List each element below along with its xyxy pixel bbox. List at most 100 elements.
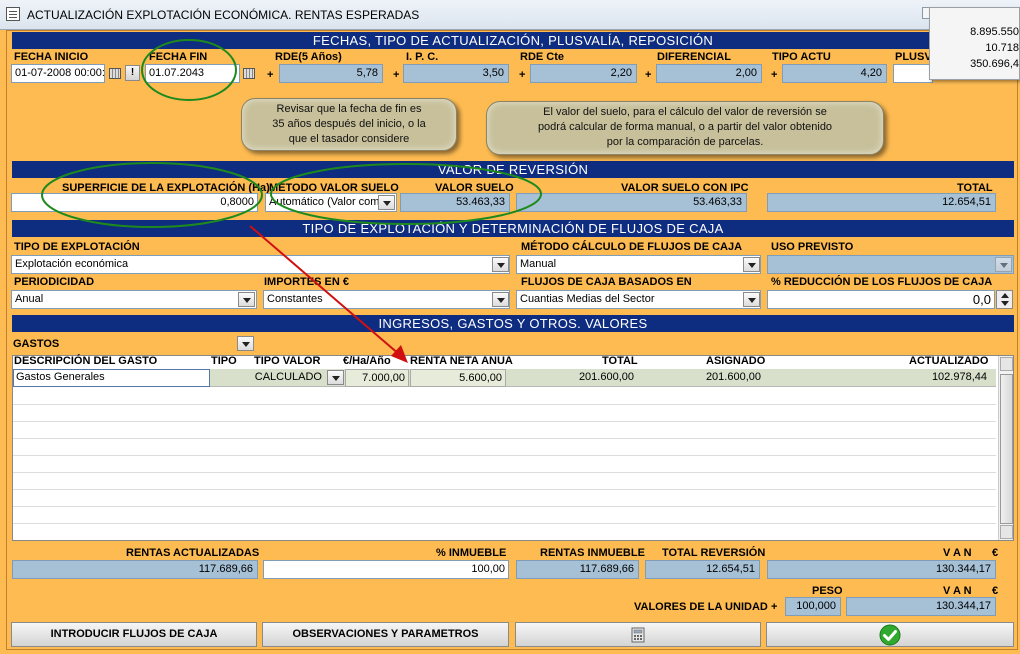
chevron-down-icon[interactable]	[378, 195, 395, 210]
pct-inmueble-field[interactable]: 100,00	[263, 560, 509, 579]
metodo-suelo-value: Automático (Valor com	[269, 196, 380, 208]
chevron-down-icon[interactable]	[238, 292, 255, 307]
tipo-explotacion-value: Explotación económica	[15, 258, 129, 270]
note-line: Revisar que la fecha de fin es	[276, 103, 422, 115]
chevron-down-icon	[995, 257, 1012, 272]
chevron-down-icon[interactable]	[492, 292, 509, 307]
window-title: ACTUALIZACIÓN EXPLOTACIÓN ECONÓMICA. REN…	[27, 8, 420, 22]
section-ingresos-header: INGRESOS, GASTOS Y OTROS. VALORES	[12, 315, 1014, 332]
chevron-down-icon[interactable]	[492, 257, 509, 272]
check-icon	[879, 624, 901, 646]
periodicidad-value: Anual	[15, 293, 44, 305]
valor-suelo-value: 53.463,33	[400, 193, 510, 212]
col-header: DESCRIPCIÓN DEL GASTO	[14, 355, 158, 367]
scroll-down-button[interactable]	[1000, 525, 1013, 539]
reduccion-spinner[interactable]	[996, 290, 1013, 309]
plusvalia-label: PLUSV	[895, 51, 932, 63]
row-descripcion[interactable]: Gastos Generales	[13, 369, 210, 387]
plusvalia-field[interactable]	[893, 64, 933, 83]
flujos-basados-select[interactable]: Cuantias Medias del Sector	[516, 290, 761, 309]
euro-label: €	[992, 585, 999, 597]
window-titlebar: ACTUALIZACIÓN EXPLOTACIÓN ECONÓMICA. REN…	[0, 0, 1020, 30]
popup-value: 350.696,4	[970, 58, 1019, 70]
valores-unidad-label: VALORES DE LA UNIDAD	[634, 601, 768, 613]
periodicidad-label: PERIODICIDAD	[14, 276, 95, 288]
superficie-field[interactable]: 0,8000	[11, 193, 258, 212]
periodicidad-select[interactable]: Anual	[11, 290, 257, 309]
col-header: TIPO VALOR	[254, 355, 321, 367]
tipo-explotacion-select[interactable]: Explotación económica	[11, 255, 510, 274]
fecha-fin-field[interactable]: 01.07.2043	[145, 64, 240, 83]
rentas-act-value: 117.689,66	[12, 560, 258, 579]
total-rev-label: TOTAL REVERSIÓN	[662, 547, 766, 559]
empty-row	[13, 455, 996, 456]
rentas-inm-label: RENTAS INMUEBLE	[540, 547, 645, 559]
van2-value: 130.344,17	[846, 597, 996, 616]
reduccion-field[interactable]: 0,0	[767, 290, 995, 309]
row-renta: 5.600,00	[410, 369, 506, 387]
importes-label: IMPORTES EN €	[264, 276, 349, 288]
diferencial-label: DIFERENCIAL	[657, 51, 731, 63]
rde5-label: RDE(5 Años)	[275, 51, 342, 63]
plus-sign: +	[645, 69, 652, 81]
metodo-flujos-label: MÉTODO CÁLCULO DE FLUJOS DE CAJA	[521, 241, 743, 253]
col-header: TOTAL	[602, 355, 638, 367]
note-line: podrá calcular de forma manual, o a part…	[537, 121, 833, 133]
uso-previsto-label: USO PREVISTO	[771, 241, 854, 253]
observaciones-button[interactable]: OBSERVACIONES Y PARAMETROS	[262, 622, 509, 647]
section-fechas-header: FECHAS, TIPO DE ACTUALIZACIÓN, PLUSVALÍA…	[12, 32, 1014, 49]
metodo-flujos-select[interactable]: Manual	[516, 255, 761, 274]
importes-value: Constantes	[267, 293, 323, 305]
chevron-down-icon[interactable]	[327, 370, 344, 385]
table-row[interactable]: Gastos Generales CALCULADO 7.000,00 5.60…	[13, 369, 996, 387]
col-header: RENTA NETA ANUA	[410, 355, 513, 367]
valor-suelo-ipc-value: 53.463,33	[516, 193, 747, 212]
rde5-value: 5,78	[279, 64, 383, 83]
popup-value: 10.718	[985, 42, 1019, 54]
note-valor-suelo: El valor del suelo, para el cálculo del …	[486, 101, 884, 155]
chevron-down-icon[interactable]	[743, 257, 760, 272]
values-popup: 8.895.550 10.718 350.696,4	[929, 7, 1020, 80]
row-asignado: 201.600,00	[705, 371, 761, 383]
info-button[interactable]: !	[125, 65, 140, 81]
accept-button[interactable]	[766, 622, 1014, 647]
scroll-up-button[interactable]	[1000, 357, 1013, 371]
chevron-down-icon[interactable]	[237, 336, 254, 351]
note-line: El valor del suelo, para el cálculo del …	[543, 106, 827, 118]
empty-row	[13, 489, 996, 490]
van2-label: V A N	[943, 585, 972, 597]
van-label: V A N	[943, 547, 972, 559]
col-header: ACTUALIZADO	[909, 355, 989, 367]
metodo-flujos-value: Manual	[520, 258, 557, 270]
plus-sign: +	[393, 69, 400, 81]
fecha-inicio-field[interactable]: 01-07-2008 00:00:0	[11, 64, 105, 83]
calendar-icon[interactable]	[109, 68, 121, 79]
note-line: 35 años después del inicio, o la	[272, 118, 426, 130]
empty-row	[13, 523, 996, 524]
scroll-thumb[interactable]	[1000, 374, 1013, 524]
rdecte-value: 2,20	[530, 64, 637, 83]
rentas-act-label: RENTAS ACTUALIZADAS	[126, 547, 260, 559]
fecha-inicio-label: FECHA INICIO	[14, 51, 89, 63]
van-value: 130.344,17	[767, 560, 996, 579]
introducir-flujos-button[interactable]: INTRODUCIR FLUJOS DE CAJA	[11, 622, 257, 647]
pct-inmueble-label: % INMUEBLE	[436, 547, 507, 559]
chevron-down-icon[interactable]	[743, 292, 760, 307]
total-rev-value: 12.654,51	[645, 560, 760, 579]
importes-select[interactable]: Constantes	[263, 290, 510, 309]
row-tipo-valor: CALCULADO	[254, 371, 322, 383]
empty-row	[13, 438, 996, 439]
row-eur-ha[interactable]: 7.000,00	[345, 369, 409, 387]
row-total: 201.600,00	[578, 371, 634, 383]
peso-label: PESO	[812, 585, 843, 597]
tipoactu-label: TIPO ACTU	[772, 51, 831, 63]
calculator-icon	[631, 627, 645, 643]
empty-row	[13, 404, 996, 405]
col-header: ASIGNADO	[706, 355, 766, 367]
grid-scrollbar[interactable]	[998, 356, 1013, 540]
calendar-icon[interactable]	[243, 68, 255, 79]
fecha-fin-label: FECHA FIN	[149, 51, 208, 63]
section-reversion-header: VALOR DE REVERSIÓN	[12, 161, 1014, 178]
section-flujos-header: TIPO DE EXPLOTACIÓN Y DETERMINACIÓN DE F…	[12, 220, 1014, 237]
calculator-button[interactable]	[515, 622, 761, 647]
